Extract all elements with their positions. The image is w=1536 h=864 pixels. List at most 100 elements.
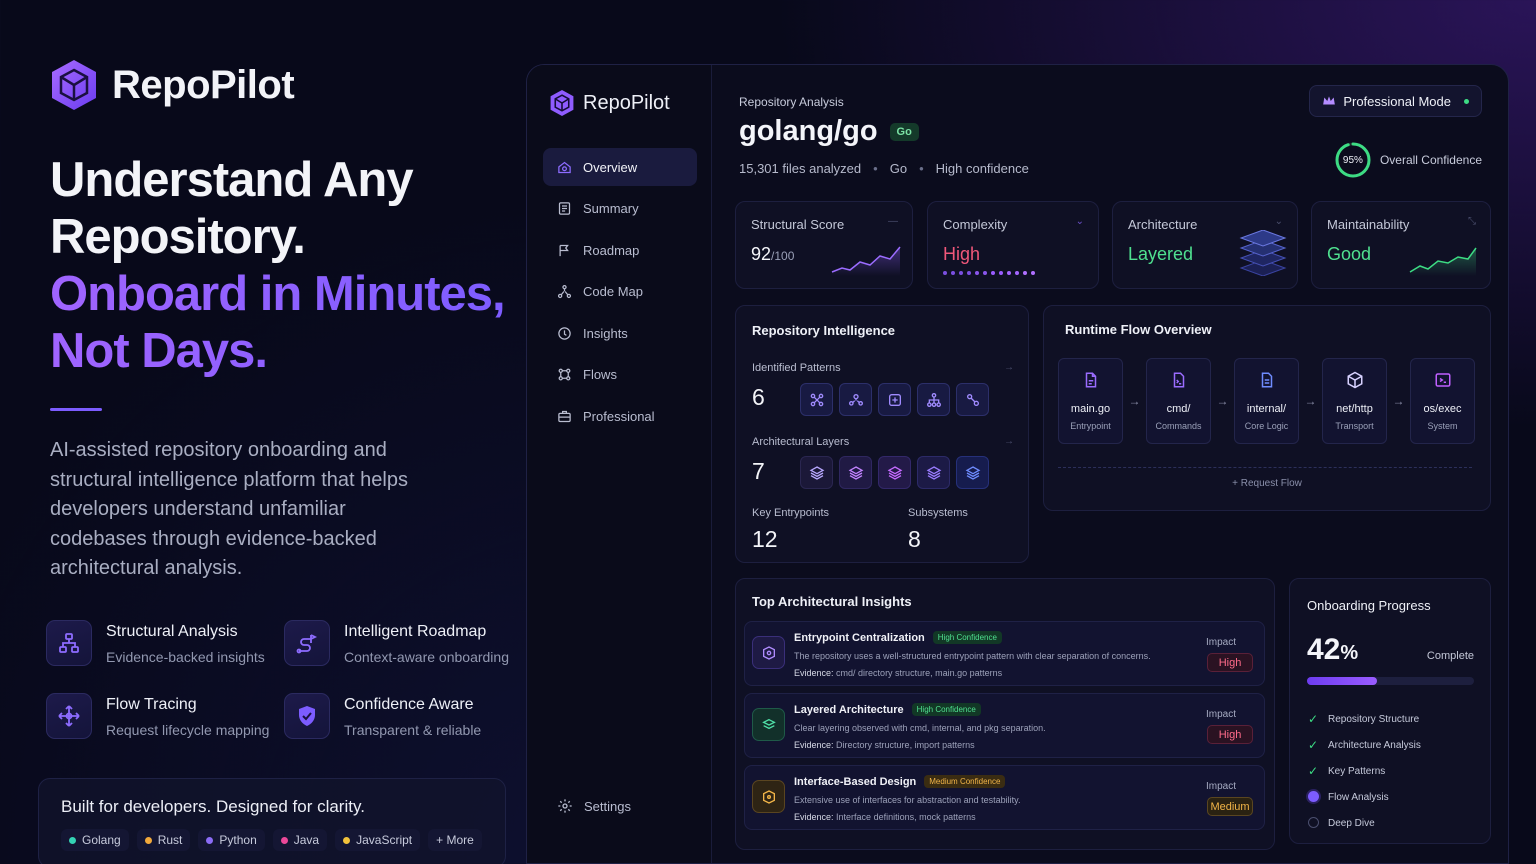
command-file-icon [1173,372,1184,388]
evidence-label: Evidence: [794,740,834,750]
repo-meta: 15,301 files analyzed • Go • High confid… [739,161,1029,176]
language-dot [144,836,152,844]
code-map-icon [557,285,572,299]
patterns-label: Identified Patterns [752,362,841,374]
sparkline-green-icon [1409,247,1477,276]
sidebar-brand-name: RepoPilot [583,91,670,114]
sidebar-item-overview[interactable]: Overview [543,148,697,186]
complete-label: Complete [1426,650,1474,662]
layer-stack-icon[interactable] [839,456,872,489]
metric-label: Structural Score [751,217,845,232]
language-name: Rust [157,833,183,847]
hero-divider [50,408,102,411]
insight-row[interactable]: Layered Architecture High Confidence Clea… [744,693,1265,758]
sidebar-item-roadmap[interactable]: Roadmap [543,231,697,269]
metric-card-structural-score[interactable]: Structural Score — 92/100 [735,201,913,289]
metric-value-text: 92 [751,244,772,264]
onboarding-step[interactable]: ✓ Key Patterns [1307,758,1421,784]
sidebar-item-label: Professional [583,409,655,425]
headline-line-1: Understand Any [50,153,414,207]
confidence-chip: Medium Confidence [924,775,1006,788]
insight-title: Interface-Based Design Medium Confidence [794,775,1006,788]
roadmap-flag-icon [559,244,569,256]
metric-card-complexity[interactable]: Complexity ⌄ High [927,201,1099,289]
language-chip[interactable]: Python [198,829,265,851]
section-title: Repository Intelligence [752,323,896,338]
layer-stack-icon[interactable] [800,456,833,489]
language-chip[interactable]: Java [272,829,328,851]
patterns-count: 6 [752,384,765,410]
arrow-right-icon: → [1392,394,1405,408]
repo-language: Go [889,161,908,176]
confidence-ring: 95% [1334,141,1372,179]
evidence-text: Interface definitions, mock patterns [836,812,976,822]
sidebar-item-code-map[interactable]: Code Map [543,273,697,311]
pattern-network-icon[interactable] [800,383,833,416]
sidebar-item-flows[interactable]: Flows [543,356,697,394]
flow-node-subtitle: Transport [1335,421,1374,431]
impact-label: Impact [1205,781,1236,792]
flows-icon [558,369,571,381]
built-for-title: Built for developers. Designed for clari… [61,797,365,816]
layer-stack-icon[interactable] [878,456,911,489]
metric-value: High [943,244,980,265]
language-chip[interactable]: Rust [136,829,191,851]
feature-subtitle: Context-aware onboarding [344,649,509,665]
sidebar-item-professional[interactable]: Professional [543,398,697,436]
impact-label: Impact [1205,637,1236,648]
onboarding-step[interactable]: Deep Dive [1307,811,1421,837]
professional-mode-button[interactable]: Professional Mode [1309,85,1482,117]
insight-row[interactable]: Entrypoint Centralization High Confidence… [744,621,1265,686]
sidebar-item-settings[interactable]: Settings [557,798,631,814]
language-name: Python [219,833,257,847]
sidebar-item-label: Flows [583,367,617,383]
page-label: Repository Analysis [739,95,844,109]
arrow-right-icon: → [1216,394,1229,408]
insights-card: Top Architectural Insights Entrypoint Ce… [735,578,1275,850]
repopilot-logo-icon [52,60,96,110]
pattern-tree-icon[interactable] [917,383,950,416]
impact-badge: High [1207,725,1253,744]
flow-node[interactable]: net/http Transport [1322,358,1387,444]
shield-check-icon [284,693,330,739]
flow-node[interactable]: os/exec System [1410,358,1475,444]
flow-node-subtitle: Entrypoint [1070,421,1111,431]
layer-stack-icon[interactable] [956,456,989,489]
sidebar-item-summary[interactable]: Summary [543,190,697,228]
progress-number: 42 [1307,633,1341,666]
arrow-right-icon: → [1304,394,1317,408]
flow-node[interactable]: internal/ Core Logic [1234,358,1299,444]
professional-mode-label: Professional Mode [1343,93,1451,109]
impact-badge: High [1207,653,1253,672]
feature-title: Intelligent Roadmap [344,623,487,640]
step-label: Flow Analysis [1328,792,1389,804]
insight-row[interactable]: Interface-Based Design Medium Confidence … [744,765,1265,830]
pattern-users-icon[interactable] [839,383,872,416]
flow-node[interactable]: main.go Entrypoint [1058,358,1123,444]
layer-stack-icon[interactable] [917,456,950,489]
metric-card-architecture[interactable]: Architecture ⌄ Layered [1112,201,1298,289]
status-dot [1464,98,1469,104]
flow-node[interactable]: cmd/ Commands [1146,358,1211,444]
evidence-text: Directory structure, import patterns [836,740,975,750]
pattern-link-icon[interactable] [956,383,989,416]
sidebar-item-insights[interactable]: Insights [543,314,697,352]
flow-nodes: main.go Entrypoint → cmd/ Commands → int… [1058,358,1475,444]
headline-accent-1: Onboard in Minutes, [50,266,520,323]
insight-description: The repository uses a well-structured en… [794,651,1151,661]
more-languages-chip[interactable]: + More [428,829,482,851]
language-chip[interactable]: Golang [61,829,129,851]
pattern-shield-icon[interactable] [878,383,911,416]
language-chip[interactable]: JavaScript [335,829,421,851]
brand-name: RepoPilot [112,62,295,107]
pending-step-icon [1307,816,1319,831]
onboarding-step[interactable]: ✓ Repository Structure [1307,706,1421,732]
insight-title-text: Entrypoint Centralization [794,631,925,644]
metric-value: 92/100 [751,244,794,265]
onboarding-step[interactable]: ✓ Architecture Analysis [1307,732,1421,758]
insight-evidence: Evidence: Directory structure, import pa… [794,740,975,750]
onboarding-step[interactable]: Flow Analysis [1307,785,1421,811]
sidebar-item-label: Insights [583,325,628,341]
metric-card-maintainability[interactable]: Maintainability ⤡ Good [1311,201,1491,289]
language-dot [69,836,76,844]
